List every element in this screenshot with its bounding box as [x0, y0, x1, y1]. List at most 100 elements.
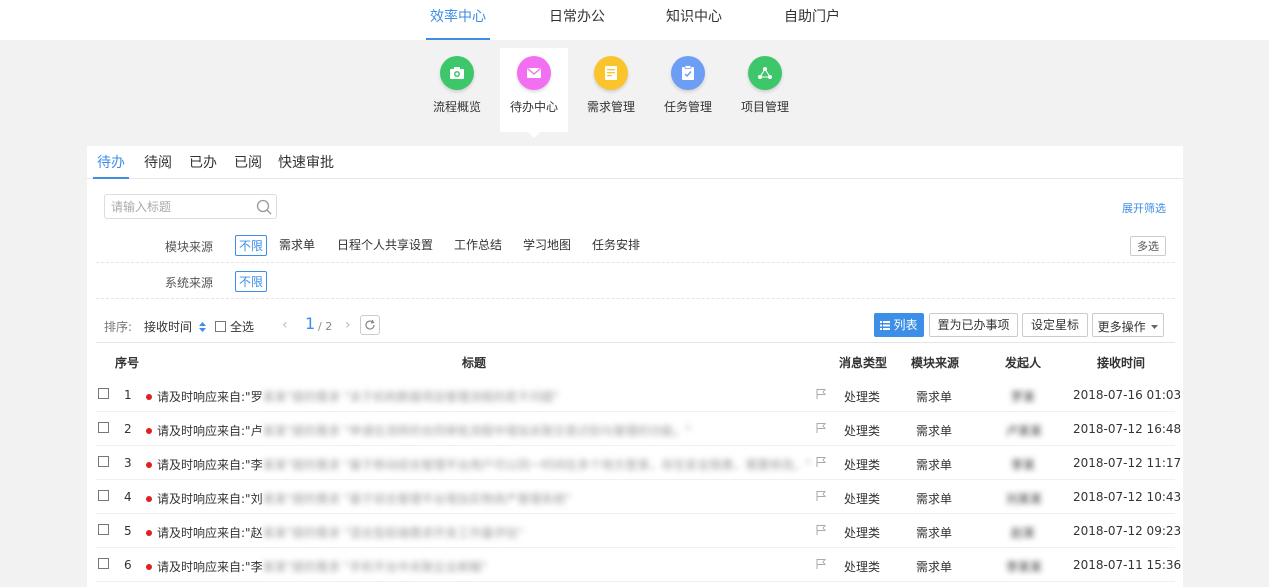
mark-done-button[interactable]: 置为已办事项 [929, 313, 1018, 337]
row-title-blurred: 某某"提的需求 "混合型前端需求开发工作量评估" [262, 526, 523, 540]
row-recv-time: 2018-07-12 10:43 [1073, 490, 1182, 504]
flag-icon[interactable] [815, 388, 827, 403]
table-row[interactable]: 5 请及时响应来自:"赵某某"提的需求 "混合型前端需求开发工作量评估" 处理类… [96, 514, 1181, 548]
row-initiator: 卢某某 [1006, 424, 1043, 438]
tab-done[interactable]: 已办 [189, 152, 217, 179]
row-msg-type: 处理类 [844, 560, 881, 574]
row-title-blurred: 某某"提的需求 "申请在流转的合同审批流程中增加关联交易识别与管理的功能。" [262, 424, 691, 438]
more-actions-button[interactable]: 更多操作 [1092, 313, 1164, 337]
unread-dot-icon [146, 496, 152, 502]
page-current: 1 [305, 314, 316, 333]
select-all-checkbox[interactable]: 全选 [215, 318, 254, 335]
tab-pending[interactable]: 待办 [93, 152, 129, 179]
app-process-overview[interactable]: 流程概览 [423, 48, 491, 132]
top-nav-tab-knowledge[interactable]: 知识中心 [662, 0, 726, 40]
search-input[interactable] [105, 195, 250, 218]
top-nav-tab-efficiency[interactable]: 效率中心 [426, 0, 490, 40]
row-recv-time: 2018-07-12 11:17 [1073, 456, 1182, 470]
network-icon [748, 56, 782, 90]
row-msg-type: 处理类 [844, 492, 881, 506]
chevron-right-icon[interactable]: › [345, 317, 351, 333]
row-recv-time: 2018-07-12 09:23 [1073, 524, 1182, 538]
filter-chip-any[interactable]: 不限 [235, 235, 268, 256]
sort-arrows-icon [198, 321, 206, 335]
list-toolbar: 排序: 接收时间 全选 ‹ 1 / 2 › 列表 置为已办事项 设定星标 更多操… [87, 310, 1183, 340]
refresh-button[interactable] [360, 315, 380, 335]
page-total: / 2 [318, 320, 333, 333]
flag-icon[interactable] [815, 524, 827, 539]
row-recv-time: 2018-07-12 16:48 [1073, 422, 1182, 436]
filter-chip-requirement[interactable]: 需求单 [279, 236, 315, 253]
filter-chip-learning-map[interactable]: 学习地图 [523, 236, 571, 253]
row-seq: 3 [124, 456, 132, 470]
chevron-left-icon[interactable]: ‹ [282, 317, 288, 333]
unread-dot-icon [146, 530, 152, 536]
row-title[interactable]: 请及时响应来自:"卢某某"提的需求 "申请在流转的合同审批流程中增加关联交易识别… [146, 422, 691, 439]
tab-read[interactable]: 已阅 [234, 152, 262, 179]
module-filter-row: 模块来源 不限 需求单 日程个人共享设置 工作总结 学习地图 任务安排 多选 [96, 227, 1175, 263]
row-initiator: 李某 [1011, 458, 1036, 472]
multi-select-button[interactable]: 多选 [1130, 236, 1166, 256]
set-star-button[interactable]: 设定星标 [1022, 313, 1088, 337]
expand-filter-link[interactable]: 展开筛选 [1122, 200, 1166, 216]
filter-chip-schedule-share[interactable]: 日程个人共享设置 [337, 236, 433, 253]
refresh-icon [365, 319, 375, 330]
flag-icon[interactable] [815, 456, 827, 471]
row-title-prefix: 请及时响应来自:"李 [157, 458, 263, 472]
table-row[interactable]: 2 请及时响应来自:"卢某某"提的需求 "申请在流转的合同审批流程中增加关联交易… [96, 412, 1181, 446]
sort-label: 排序: [104, 320, 133, 334]
caret-down-icon [1151, 314, 1159, 336]
mail-icon [517, 56, 551, 90]
row-recv-time: 2018-07-11 15:36 [1073, 558, 1182, 572]
row-checkbox[interactable] [98, 524, 109, 535]
row-seq: 6 [124, 558, 132, 572]
app-projects[interactable]: 项目管理 [731, 48, 799, 132]
row-title-blurred: 某某"提的需求 "手机平台中关联企业邮箱" [262, 560, 487, 574]
header-title: 标题 [462, 356, 487, 370]
row-module: 需求单 [916, 560, 953, 574]
app-label: 项目管理 [740, 100, 789, 114]
row-checkbox[interactable] [98, 388, 109, 399]
flag-icon[interactable] [815, 422, 827, 437]
tab-quick-approve[interactable]: 快速审批 [278, 152, 334, 179]
app-tasks[interactable]: 任务管理 [654, 48, 722, 132]
row-title-prefix: 请及时响应来自:"卢 [157, 424, 263, 438]
table-row[interactable]: 3 请及时响应来自:"李某某"提的需求 "基于移动综合管理平台用户可以同一时间在… [96, 446, 1181, 480]
table-row[interactable]: 4 请及时响应来自:"刘某某"提的需求 "基于综合管理平台增加实物资产管理系统"… [96, 480, 1181, 514]
row-title[interactable]: 请及时响应来自:"罗某某"提的需求 "关于机构数据项目管理流程的若干问题" [146, 388, 559, 405]
row-title[interactable]: 请及时响应来自:"李某某"提的需求 "基于移动综合管理平台用户可以同一时间在多个… [146, 456, 811, 473]
row-module: 需求单 [916, 458, 953, 472]
filter-chip-any[interactable]: 不限 [235, 271, 268, 292]
search-icon[interactable] [256, 199, 272, 218]
app-label: 任务管理 [663, 100, 712, 114]
app-todo-center[interactable]: 待办中心 [500, 48, 568, 138]
top-nav-tab-office[interactable]: 日常办公 [545, 0, 609, 40]
sort-value: 接收时间 [144, 320, 193, 334]
row-checkbox[interactable] [98, 456, 109, 467]
table-row[interactable]: 6 请及时响应来自:"李某某"提的需求 "手机平台中关联企业邮箱" 处理类 需求… [96, 548, 1181, 582]
camera-icon [440, 56, 474, 90]
row-checkbox[interactable] [98, 490, 109, 501]
row-title[interactable]: 请及时响应来自:"赵某某"提的需求 "混合型前端需求开发工作量评估" [146, 524, 523, 541]
row-msg-type: 处理类 [844, 424, 881, 438]
row-seq: 2 [124, 422, 132, 436]
row-title[interactable]: 请及时响应来自:"刘某某"提的需求 "基于综合管理平台增加实物资产管理系统" [146, 490, 571, 507]
row-checkbox[interactable] [98, 558, 109, 569]
top-nav-tab-portal[interactable]: 自助门户 [780, 0, 844, 40]
app-requirements[interactable]: 需求管理 [577, 48, 645, 132]
row-checkbox[interactable] [98, 422, 109, 433]
module-filter-label: 模块来源 [165, 240, 214, 254]
unread-dot-icon [146, 462, 152, 468]
list-view-button[interactable]: 列表 [874, 313, 924, 337]
row-title-prefix: 请及时响应来自:"刘 [157, 492, 263, 506]
row-initiator: 罗某 [1011, 390, 1036, 404]
tab-to-read[interactable]: 待阅 [144, 152, 172, 179]
table-row[interactable]: 1 请及时响应来自:"罗某某"提的需求 "关于机构数据项目管理流程的若干问题" … [96, 378, 1181, 412]
row-module: 需求单 [916, 424, 953, 438]
flag-icon[interactable] [815, 558, 827, 573]
filter-chip-work-summary[interactable]: 工作总结 [454, 236, 502, 253]
flag-icon[interactable] [815, 490, 827, 505]
sort-select[interactable]: 接收时间 [144, 318, 206, 335]
row-title[interactable]: 请及时响应来自:"李某某"提的需求 "手机平台中关联企业邮箱" [146, 558, 487, 575]
filter-chip-task-arrange[interactable]: 任务安排 [592, 236, 640, 253]
